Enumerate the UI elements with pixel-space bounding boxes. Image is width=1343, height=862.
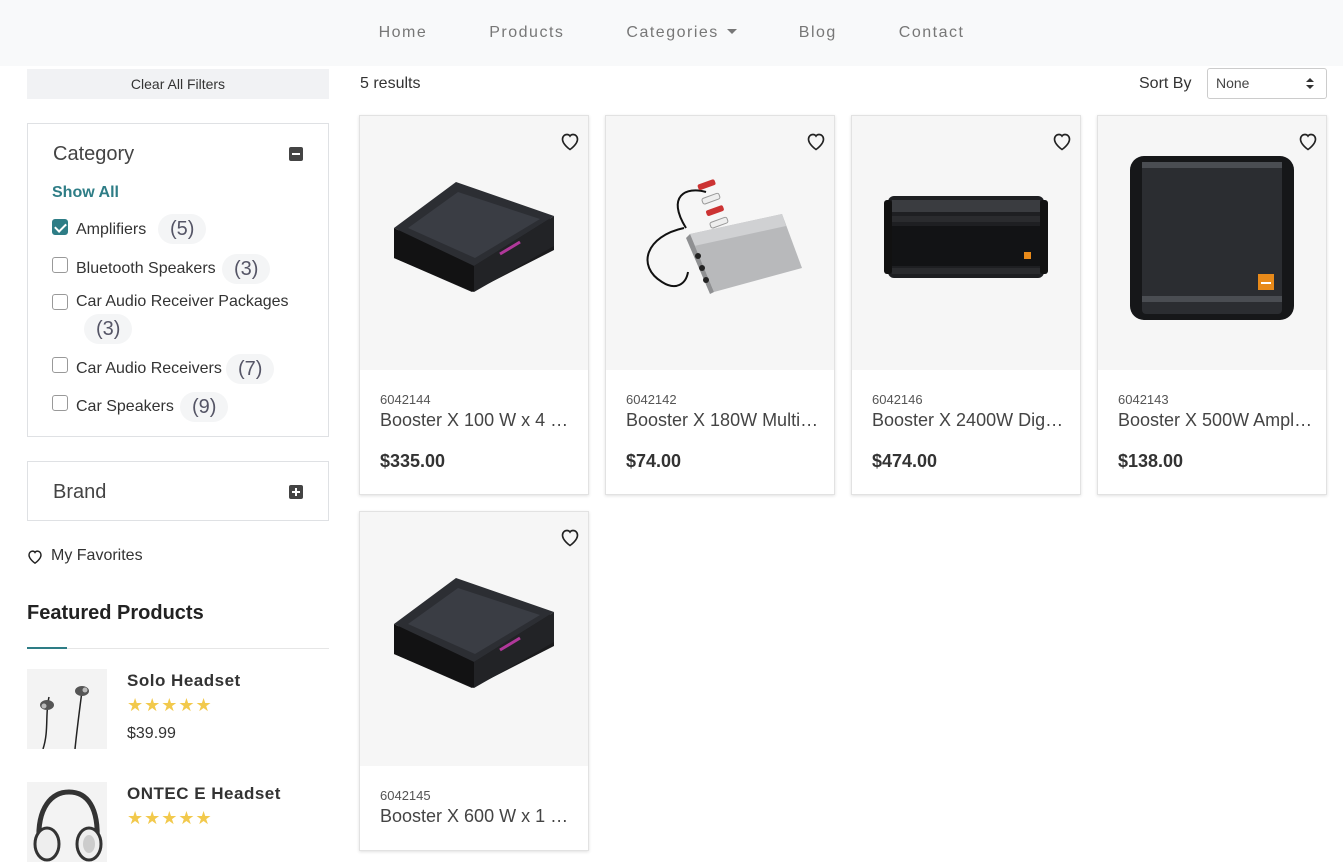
clear-filters-button[interactable]: Clear All Filters [27, 69, 329, 99]
category-count: (3) [222, 254, 271, 284]
checkbox-car-audio-receivers[interactable] [52, 357, 68, 373]
featured-products-title: Featured Products [27, 602, 204, 624]
headphones-thumbnail[interactable] [27, 782, 107, 862]
nav-blog[interactable]: Blog [799, 24, 837, 42]
caret-down-icon [726, 29, 737, 34]
category-filter-panel: Category Show All Amplifiers (5) Bluetoo… [27, 123, 329, 437]
featured-divider [27, 647, 329, 649]
featured-product-item[interactable]: Solo Headset ★★★★★ $39.99 [27, 669, 329, 749]
show-all-link[interactable]: Show All [52, 184, 119, 202]
product-name[interactable]: Booster X 500W Amplifier [1118, 410, 1313, 431]
product-sku: 6042144 [380, 392, 431, 407]
filter-sidebar: Clear All Filters Category Show All Ampl… [27, 69, 329, 862]
heart-icon [28, 549, 42, 564]
product-card[interactable]: 6042143 Booster X 500W Amplifier $138.00 [1097, 115, 1327, 495]
nav-contact[interactable]: Contact [899, 24, 965, 42]
brand-title: Brand [53, 481, 107, 503]
product-card[interactable]: 6042146 Booster X 2400W Digital Amplifie… [851, 115, 1081, 495]
checkbox-car-audio-receiver-packages[interactable] [52, 294, 68, 310]
category-count: (7) [226, 354, 275, 384]
nav-products[interactable]: Products [489, 24, 564, 42]
category-count: (3) [84, 314, 133, 344]
product-sku: 6042143 [1118, 392, 1169, 407]
checkbox-car-speakers[interactable] [52, 395, 68, 411]
product-name[interactable]: Booster X 180W Multichannel Amplifier [626, 410, 821, 431]
heart-icon[interactable] [806, 132, 826, 152]
featured-product-price: $39.99 [127, 725, 176, 742]
product-image[interactable] [1098, 116, 1326, 370]
sort-by-value: None [1216, 75, 1250, 91]
product-image[interactable] [852, 116, 1080, 370]
checkbox-amplifiers[interactable] [52, 219, 68, 235]
category-label: Car Speakers [76, 398, 174, 415]
category-label: Car Audio Receivers [76, 360, 222, 377]
product-price: $474.00 [872, 451, 938, 471]
product-sku: 6042146 [872, 392, 923, 407]
collapse-minus-icon[interactable] [289, 147, 303, 161]
product-card[interactable]: 6042145 Booster X 600 W x 1 Channel Ampl… [359, 511, 589, 851]
earphones-thumbnail[interactable] [27, 669, 107, 749]
product-sku: 6042145 [380, 788, 431, 803]
product-card[interactable]: 6042144 Booster X 100 W x 4 Channel Ampl… [359, 115, 589, 495]
results-count: 5 results [360, 75, 421, 92]
heart-icon[interactable] [1052, 132, 1072, 152]
star-rating-icon: ★★★★★ [127, 808, 213, 828]
category-label: Car Audio Receiver Packages [76, 293, 289, 310]
featured-product-name[interactable]: Solo Headset [127, 671, 241, 691]
category-label: Bluetooth Speakers [76, 260, 216, 277]
heart-icon[interactable] [1298, 132, 1318, 152]
checkbox-bluetooth-speakers[interactable] [52, 257, 68, 273]
heart-icon[interactable] [560, 528, 580, 548]
nav-categories[interactable]: Categories [626, 24, 737, 42]
my-favorites-label: My Favorites [51, 547, 143, 564]
product-image[interactable] [360, 512, 588, 766]
top-navbar: Home Products Categories Blog Contact [0, 0, 1343, 66]
brand-filter-panel[interactable]: Brand [27, 461, 329, 521]
select-arrows-icon [1306, 78, 1314, 90]
category-count: (5) [158, 214, 207, 244]
my-favorites-link[interactable]: My Favorites [27, 547, 143, 565]
featured-product-name[interactable]: ONTEC E Headset [127, 784, 281, 804]
product-image[interactable] [606, 116, 834, 370]
featured-product-item[interactable]: ONTEC E Headset ★★★★★ [27, 782, 329, 862]
sort-by-select[interactable]: None [1207, 68, 1327, 99]
category-title: Category [53, 143, 135, 165]
product-image[interactable] [360, 116, 588, 370]
category-label: Amplifiers [76, 221, 147, 238]
category-count: (9) [180, 392, 229, 422]
product-price: $74.00 [626, 451, 682, 471]
star-rating-icon: ★★★★★ [127, 695, 213, 715]
nav-categories-label: Categories [626, 24, 719, 41]
product-name[interactable]: Booster X 100 W x 4 Channel Amplifier [380, 410, 575, 431]
product-card[interactable]: 6042142 Booster X 180W Multichannel Ampl… [605, 115, 835, 495]
product-price: $335.00 [380, 451, 446, 471]
sort-by-label: Sort By [1139, 75, 1192, 92]
product-price: $138.00 [1118, 451, 1184, 471]
nav-home[interactable]: Home [379, 24, 428, 42]
product-name[interactable]: Booster X 600 W x 1 Channel Amplifier [380, 806, 575, 827]
product-name[interactable]: Booster X 2400W Digital Amplifier [872, 410, 1067, 431]
expand-plus-icon[interactable] [289, 485, 303, 499]
product-sku: 6042142 [626, 392, 677, 407]
heart-icon[interactable] [560, 132, 580, 152]
